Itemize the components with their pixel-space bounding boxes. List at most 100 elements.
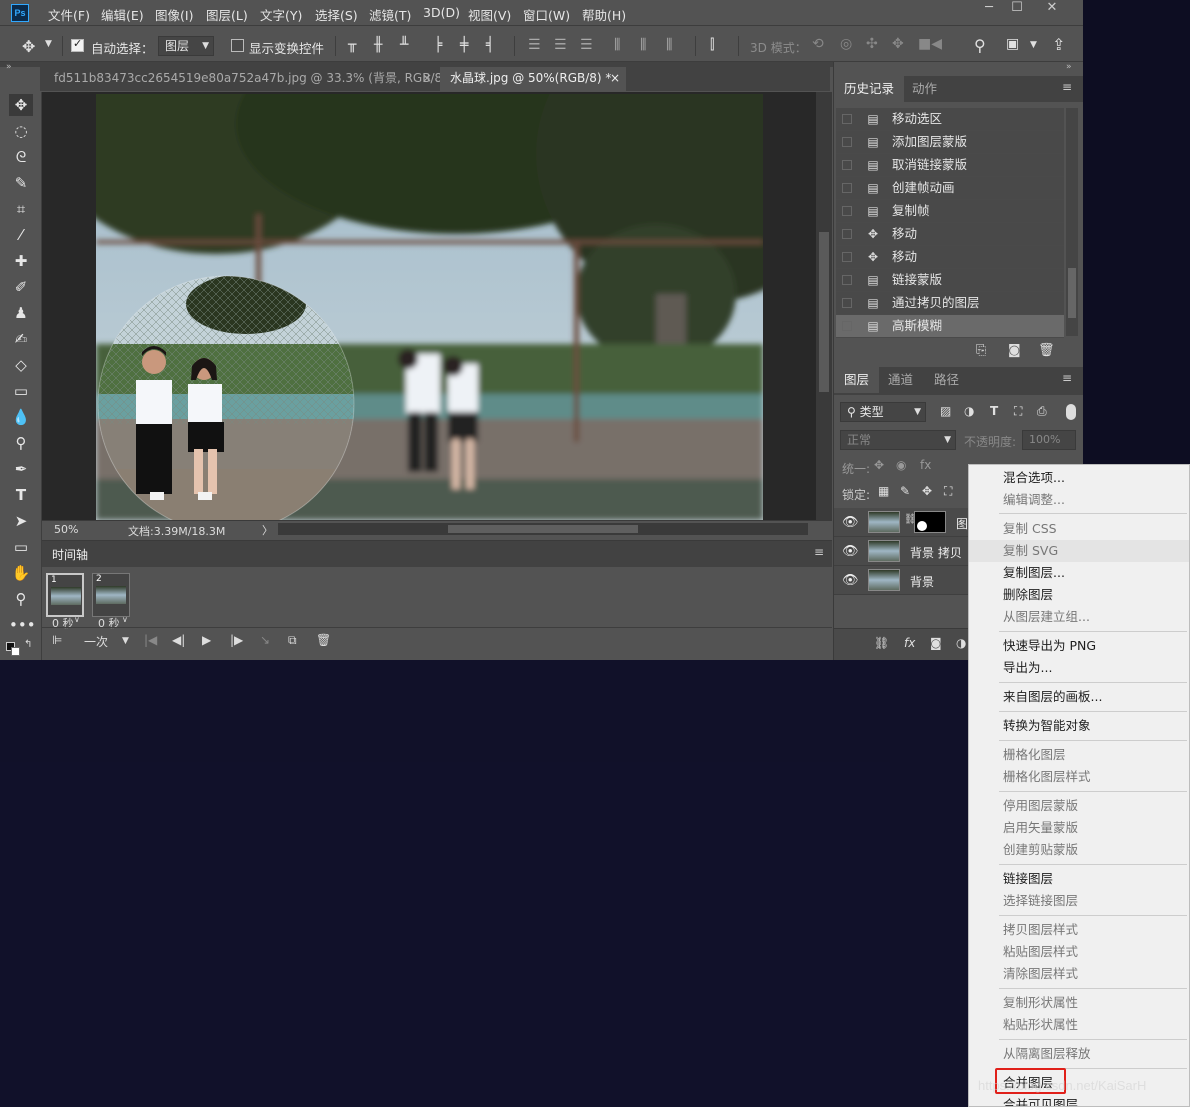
pen-tool-icon[interactable]: ✒ <box>9 458 33 480</box>
3d-camera-icon[interactable]: ■◀ <box>918 36 942 52</box>
adjustment-layer-icon[interactable]: ◑ <box>956 636 966 650</box>
filter-type-icon[interactable]: T <box>990 404 998 418</box>
brush-tool-icon[interactable]: ✐ <box>9 276 33 298</box>
menu-edit[interactable]: 编辑(E) <box>101 5 144 24</box>
3d-roll-icon[interactable]: ◎ <box>840 36 852 52</box>
duplicate-frame-icon[interactable]: ⧉ <box>288 633 297 648</box>
history-brush-icon[interactable]: ✍ <box>9 328 33 350</box>
menu-item-disable-layer-mask[interactable]: 停用图层蒙版 <box>1003 795 1078 817</box>
menu-item-quick-export-png[interactable]: 快速导出为 PNG <box>1003 635 1096 657</box>
history-scrollbar[interactable] <box>1066 108 1078 336</box>
align-hcenter-icon[interactable]: ╪ <box>460 37 468 53</box>
chevron-down-icon[interactable]: ∨ <box>74 615 80 624</box>
eyedropper-tool-icon[interactable]: ⁄ <box>9 224 33 246</box>
stamp-tool-icon[interactable]: ♟ <box>9 302 33 324</box>
close-icon[interactable]: × <box>610 67 620 89</box>
eye-icon[interactable]: 👁 <box>842 573 859 588</box>
menu-item-convert-smart-object[interactable]: 转换为智能对象 <box>1003 715 1091 737</box>
menu-item-rasterize-layer-style[interactable]: 栅格化图层样式 <box>1003 766 1091 788</box>
eye-icon[interactable]: 👁 <box>842 515 859 530</box>
menu-image[interactable]: 图像(I) <box>155 5 193 24</box>
zoom-tool-icon[interactable]: ⚲ <box>9 588 33 610</box>
history-item[interactable]: ▤ 创建帧动画 <box>836 177 1064 200</box>
snapshot-checkbox[interactable] <box>842 160 852 170</box>
menu-help[interactable]: 帮助(H) <box>582 5 626 24</box>
3d-pan-icon[interactable]: ✣ <box>866 36 878 52</box>
menu-item-select-linked-layers[interactable]: 选择链接图层 <box>1003 890 1078 912</box>
layer-filter-dropdown[interactable]: ⚲ 类型 ▼ <box>840 402 926 422</box>
trash-icon[interactable]: 🗑 <box>316 633 331 647</box>
filter-adjustment-icon[interactable]: ◑ <box>964 404 974 418</box>
show-transform-checkbox[interactable] <box>231 39 244 52</box>
zoom-level[interactable]: 50% <box>54 523 78 536</box>
menu-filter[interactable]: 滤镜(T) <box>369 5 411 24</box>
auto-align-icon[interactable]: ⫿ <box>710 37 714 53</box>
layer-name[interactable]: 图 <box>956 515 968 532</box>
fx-icon[interactable]: fx <box>904 636 915 650</box>
camera-icon[interactable]: ◙ <box>1008 343 1021 358</box>
minimize-button[interactable]: ─ <box>975 0 1003 18</box>
hand-tool-icon[interactable]: ✋ <box>9 562 33 584</box>
search-icon[interactable]: ⚲ <box>974 36 986 55</box>
history-item[interactable]: ▤ 取消链接蒙版 <box>836 154 1064 177</box>
menu-item-blending-options[interactable]: 混合选项... <box>1003 467 1065 489</box>
swap-colors-icon[interactable]: ↰ <box>24 639 32 650</box>
close-icon[interactable]: × <box>422 67 432 89</box>
menu-item-group-from-layers[interactable]: 从图层建立组... <box>1003 606 1090 628</box>
move-tool-icon[interactable]: ✥ <box>9 94 33 116</box>
move-tool-icon[interactable]: ✥ <box>22 37 35 56</box>
history-item[interactable]: ▤ 通过拷贝的图层 <box>836 292 1064 315</box>
align-top-icon[interactable]: ╥ <box>348 37 356 53</box>
history-item[interactable]: ✥ 移动 <box>836 246 1064 269</box>
layer-name[interactable]: 背景 拷贝 <box>910 544 962 561</box>
unify-style-icon[interactable]: fx <box>920 458 931 472</box>
snapshot-checkbox[interactable] <box>842 229 852 239</box>
convert-timeline-icon[interactable]: ⊫ <box>52 633 62 647</box>
panel-menu-icon[interactable]: ≡ <box>814 545 824 559</box>
distribute-left-icon[interactable]: ⫼ <box>614 37 620 53</box>
crop-tool-icon[interactable]: ⌗ <box>9 198 33 220</box>
snapshot-checkbox[interactable] <box>842 114 852 124</box>
chevron-down-icon[interactable]: ∨ <box>122 615 128 624</box>
healing-brush-icon[interactable]: ✚ <box>9 250 33 272</box>
menu-view[interactable]: 视图(V) <box>468 5 511 24</box>
menu-item-link-layers[interactable]: 链接图层 <box>1003 868 1053 890</box>
tab-history[interactable]: 历史记录 <box>834 76 905 102</box>
history-item[interactable]: ▤ 复制帧 <box>836 200 1064 223</box>
close-window-button[interactable]: ✕ <box>1038 0 1066 18</box>
auto-select-target-dropdown[interactable]: 图层 ▼ <box>158 36 214 56</box>
scrollbar-thumb[interactable] <box>1068 268 1076 318</box>
dodge-tool-icon[interactable]: ⚲ <box>9 432 33 454</box>
unify-visibility-icon[interactable]: ◉ <box>896 458 906 472</box>
distribute-hcenter-icon[interactable]: ⫼ <box>640 37 646 53</box>
scrollbar-thumb[interactable] <box>819 232 829 392</box>
filter-pixel-icon[interactable]: ▨ <box>940 404 951 418</box>
history-item[interactable]: ▤ 链接蒙版 <box>836 269 1064 292</box>
quick-select-tool-icon[interactable]: ✎ <box>9 172 33 194</box>
menu-type[interactable]: 文字(Y) <box>260 5 302 24</box>
snapshot-checkbox[interactable] <box>842 275 852 285</box>
new-document-from-state-icon[interactable]: ⎘ <box>976 343 986 358</box>
align-bottom-icon[interactable]: ╨ <box>400 37 408 53</box>
menu-item-copy-svg[interactable]: 复制 SVG <box>969 540 1189 562</box>
history-item[interactable]: ▤ 添加图层蒙版 <box>836 131 1064 154</box>
background-color-swatch[interactable] <box>11 647 20 656</box>
frame-delay[interactable]: 0 秒 <box>98 615 120 631</box>
3d-slide-icon[interactable]: ✥ <box>892 36 904 52</box>
filter-shape-icon[interactable]: ⛶ <box>1014 404 1022 419</box>
first-frame-icon[interactable]: |◀ <box>144 633 157 647</box>
auto-select-checkbox[interactable] <box>71 37 84 52</box>
add-mask-icon[interactable]: ◙ <box>930 636 942 650</box>
menu-item-copy-layer-style[interactable]: 拷贝图层样式 <box>1003 919 1078 941</box>
gradient-tool-icon[interactable]: ▭ <box>9 380 33 402</box>
lock-transparent-icon[interactable]: ▦ <box>878 484 889 498</box>
previous-frame-icon[interactable]: ◀| <box>172 633 185 647</box>
menu-item-merge-visible[interactable]: 合并可见图层 <box>1003 1094 1078 1106</box>
menu-3d[interactable]: 3D(D) <box>423 5 460 20</box>
snapshot-checkbox[interactable] <box>842 298 852 308</box>
menu-item-artboard-from-layers[interactable]: 来自图层的画板... <box>1003 686 1102 708</box>
share-icon[interactable]: ⇪ <box>1052 35 1065 54</box>
menu-item-paste-shape-attributes[interactable]: 粘贴形状属性 <box>1003 1014 1078 1036</box>
lock-artboard-icon[interactable]: ⛶ <box>944 484 952 499</box>
menu-item-create-clipping-mask[interactable]: 创建剪贴蒙版 <box>1003 839 1078 861</box>
